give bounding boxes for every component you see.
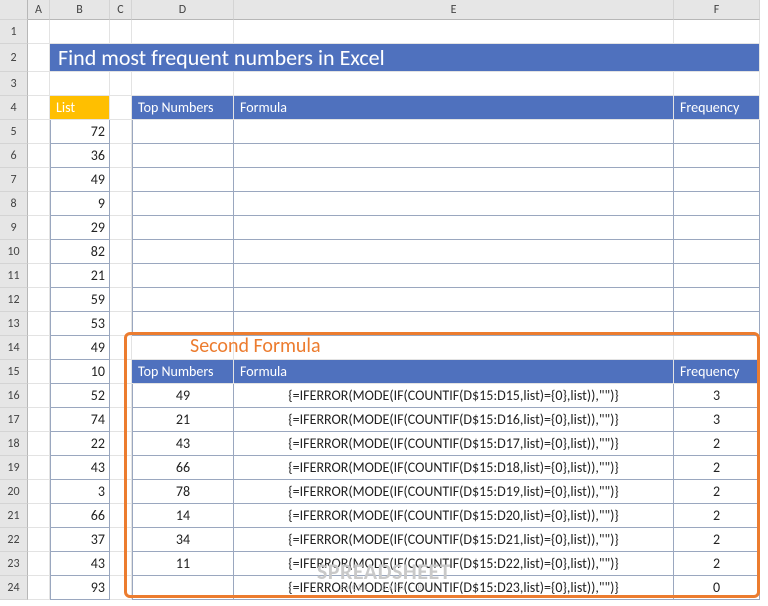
row-header[interactable]: 13 bbox=[0, 312, 28, 336]
list-cell[interactable]: 72 bbox=[50, 120, 110, 144]
spreadsheet-area: A B C D E F 1 2 3 4 5 6 7 8 9 10 11 12 1… bbox=[0, 0, 768, 606]
table2-header-freq: Frequency bbox=[674, 360, 760, 384]
t2-freq[interactable]: 2 bbox=[674, 480, 760, 504]
t2-top[interactable]: 49 bbox=[132, 384, 234, 408]
row-header[interactable]: 18 bbox=[0, 432, 28, 456]
row-header[interactable]: 12 bbox=[0, 288, 28, 312]
t2-top[interactable]: 34 bbox=[132, 528, 234, 552]
row-header[interactable]: 14 bbox=[0, 336, 28, 360]
t2-formula[interactable]: {=IFERROR(MODE(IF(COUNTIF(D$15:D15,list)… bbox=[234, 384, 674, 408]
list-cell[interactable]: 10 bbox=[50, 360, 110, 384]
callout-label: Second Formula bbox=[190, 334, 321, 358]
t2-freq[interactable]: 2 bbox=[674, 432, 760, 456]
list-cell[interactable]: 21 bbox=[50, 264, 110, 288]
col-header-c[interactable]: C bbox=[110, 0, 132, 20]
t2-formula[interactable]: {=IFERROR(MODE(IF(COUNTIF(D$15:D19,list)… bbox=[234, 480, 674, 504]
row-header[interactable]: 7 bbox=[0, 168, 28, 192]
t2-formula[interactable]: {=IFERROR(MODE(IF(COUNTIF(D$15:D17,list)… bbox=[234, 432, 674, 456]
row-header[interactable]: 10 bbox=[0, 240, 28, 264]
cell-grid[interactable]: Find most frequent numbers in Excel List… bbox=[28, 20, 768, 606]
row-header[interactable]: 5 bbox=[0, 120, 28, 144]
t2-freq[interactable]: 2 bbox=[674, 528, 760, 552]
row-header[interactable]: 19 bbox=[0, 456, 28, 480]
row-header[interactable]: 9 bbox=[0, 216, 28, 240]
list-cell[interactable]: 37 bbox=[50, 528, 110, 552]
list-cell[interactable]: 22 bbox=[50, 432, 110, 456]
row-header[interactable]: 3 bbox=[0, 72, 28, 96]
row-header[interactable]: 15 bbox=[0, 360, 28, 384]
t2-formula[interactable]: {=IFERROR(MODE(IF(COUNTIF(D$15:D20,list)… bbox=[234, 504, 674, 528]
col-header-e[interactable]: E bbox=[234, 0, 674, 20]
list-cell[interactable]: 43 bbox=[50, 552, 110, 576]
table1-header-top: Top Numbers bbox=[132, 96, 234, 120]
list-cell[interactable]: 93 bbox=[50, 576, 110, 600]
list-cell[interactable]: 53 bbox=[50, 312, 110, 336]
t2-formula[interactable]: {=IFERROR(MODE(IF(COUNTIF(D$15:D18,list)… bbox=[234, 456, 674, 480]
row-header[interactable]: 22 bbox=[0, 528, 28, 552]
table2-header-top: Top Numbers bbox=[132, 360, 234, 384]
t2-formula[interactable]: {=IFERROR(MODE(IF(COUNTIF(D$15:D16,list)… bbox=[234, 408, 674, 432]
list-cell[interactable]: 49 bbox=[50, 336, 110, 360]
column-headers: A B C D E F bbox=[28, 0, 768, 20]
list-cell[interactable]: 66 bbox=[50, 504, 110, 528]
row-header[interactable]: 20 bbox=[0, 480, 28, 504]
t2-freq[interactable]: 2 bbox=[674, 456, 760, 480]
table2-header-formula: Formula bbox=[234, 360, 674, 384]
t2-top[interactable]: 11 bbox=[132, 552, 234, 576]
table1-header-formula: Formula bbox=[234, 96, 674, 120]
row-header[interactable]: 4 bbox=[0, 96, 28, 120]
row-header[interactable]: 16 bbox=[0, 384, 28, 408]
t2-top[interactable]: 14 bbox=[132, 504, 234, 528]
list-cell[interactable]: 59 bbox=[50, 288, 110, 312]
list-cell[interactable]: 49 bbox=[50, 168, 110, 192]
page-title: Find most frequent numbers in Excel bbox=[50, 44, 760, 72]
list-cell[interactable]: 3 bbox=[50, 480, 110, 504]
t2-freq[interactable]: 2 bbox=[674, 552, 760, 576]
row-header[interactable]: 24 bbox=[0, 576, 28, 600]
list-cell[interactable]: 82 bbox=[50, 240, 110, 264]
t2-freq[interactable]: 3 bbox=[674, 408, 760, 432]
row-header[interactable]: 23 bbox=[0, 552, 28, 576]
list-cell[interactable]: 43 bbox=[50, 456, 110, 480]
row-header[interactable]: 6 bbox=[0, 144, 28, 168]
table1-header-freq: Frequency bbox=[674, 96, 760, 120]
list-cell[interactable]: 9 bbox=[50, 192, 110, 216]
t2-top[interactable]: 66 bbox=[132, 456, 234, 480]
t2-top[interactable]: 43 bbox=[132, 432, 234, 456]
row-header[interactable]: 1 bbox=[0, 20, 28, 44]
t2-freq[interactable]: 2 bbox=[674, 504, 760, 528]
col-header-a[interactable]: A bbox=[28, 0, 50, 20]
t2-formula[interactable]: {=IFERROR(MODE(IF(COUNTIF(D$15:D22,list)… bbox=[234, 552, 674, 576]
col-header-f[interactable]: F bbox=[674, 0, 760, 20]
t2-formula[interactable]: {=IFERROR(MODE(IF(COUNTIF(D$15:D23,list)… bbox=[234, 576, 674, 600]
row-header[interactable]: 21 bbox=[0, 504, 28, 528]
list-cell[interactable]: 36 bbox=[50, 144, 110, 168]
col-header-b[interactable]: B bbox=[50, 0, 110, 20]
t2-formula[interactable]: {=IFERROR(MODE(IF(COUNTIF(D$15:D21,list)… bbox=[234, 528, 674, 552]
row-header[interactable]: 17 bbox=[0, 408, 28, 432]
row-headers: 1 2 3 4 5 6 7 8 9 10 11 12 13 14 15 16 1… bbox=[0, 0, 28, 600]
t2-top[interactable]: 21 bbox=[132, 408, 234, 432]
list-cell[interactable]: 29 bbox=[50, 216, 110, 240]
row-header[interactable]: 8 bbox=[0, 192, 28, 216]
row-header[interactable]: 2 bbox=[0, 44, 28, 72]
list-header: List bbox=[50, 96, 110, 120]
t2-top[interactable] bbox=[132, 576, 234, 600]
t2-top[interactable]: 78 bbox=[132, 480, 234, 504]
t2-freq[interactable]: 0 bbox=[674, 576, 760, 600]
t2-freq[interactable]: 3 bbox=[674, 384, 760, 408]
list-cell[interactable]: 52 bbox=[50, 384, 110, 408]
list-cell[interactable]: 74 bbox=[50, 408, 110, 432]
row-header[interactable]: 11 bbox=[0, 264, 28, 288]
col-header-d[interactable]: D bbox=[132, 0, 234, 20]
